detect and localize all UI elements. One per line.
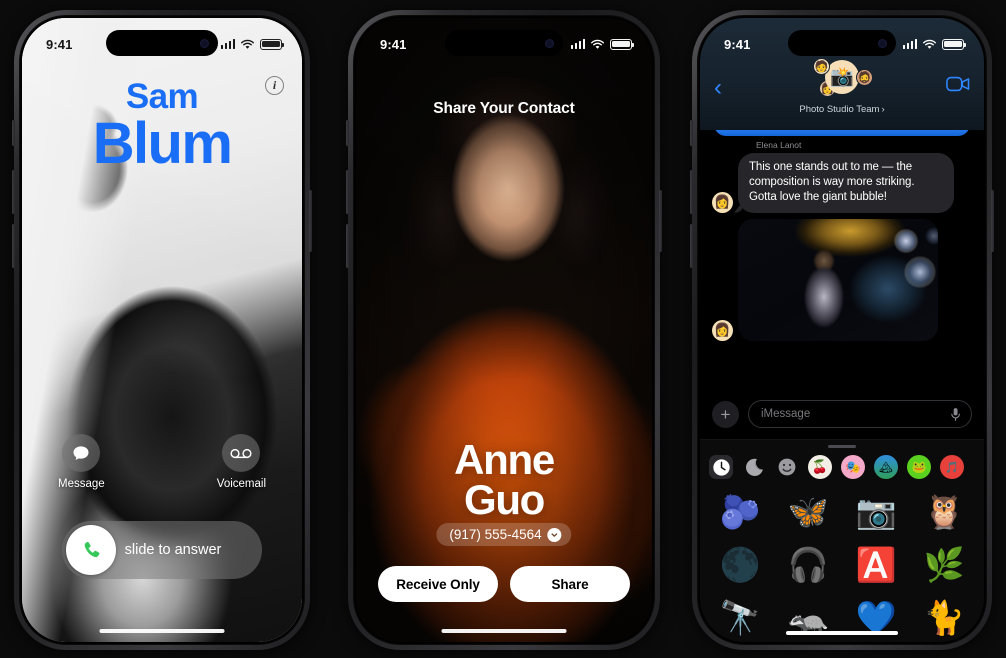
phone3-screen: ‹ 🧑 🧔 👩 📸 Photo Studio Team › Elena Lano… [700, 18, 984, 642]
contact-last-name: Guo [463, 476, 545, 524]
emoji-tab[interactable] [775, 455, 799, 479]
volume-up-button[interactable] [346, 170, 349, 214]
message-action[interactable]: Message [58, 434, 105, 490]
chevron-down-icon [547, 527, 562, 542]
sticker-item[interactable]: 🦋 [774, 487, 842, 536]
sticker-item[interactable]: 🎧 [774, 540, 842, 589]
caller-first-name: Sam [125, 77, 199, 116]
phone-device-share-contact: 9:41 Share Your Contact Anne Guo (917) 5… [346, 10, 662, 650]
front-camera-lens [200, 38, 209, 48]
sticker-item[interactable]: 🐈 [910, 593, 978, 642]
volume-up-button[interactable] [690, 170, 693, 214]
weather-app-tab[interactable]: 🏔 [874, 455, 898, 479]
sticker-item[interactable]: 🔭 [706, 593, 774, 642]
sticker-item[interactable]: 🌿 [910, 540, 978, 589]
share-contact-title: Share Your Contact [433, 100, 575, 117]
sticker-item[interactable]: 🌑 [706, 540, 774, 589]
member-avatar-2: 🧔 [856, 69, 873, 86]
caller-name: Sam Blum [22, 77, 302, 176]
group-name-row: Photo Studio Team › [799, 104, 884, 115]
app-tab-bar: 🍒 🎭 🏔 🐸 🎵 [700, 455, 984, 485]
voicemail-icon [222, 434, 261, 472]
imessage-placeholder: iMessage [761, 408, 811, 420]
microphone-icon[interactable] [950, 407, 961, 422]
call-quick-actions: Message Voicemail [22, 434, 302, 490]
stickers-tab[interactable] [742, 455, 766, 479]
drawer-grabber[interactable] [828, 445, 856, 448]
contact-phone-number: (917) 555-4564 [449, 527, 542, 542]
sticker-item[interactable]: 🦉 [910, 487, 978, 536]
receive-only-button[interactable]: Receive Only [378, 566, 498, 602]
sticker-grid: 🫐 🦋 📷 🦉 🌑 🎧 🅰️ 🌿 🔭 🦡 💙 🐈 [700, 485, 984, 642]
volume-down-button[interactable] [346, 224, 349, 268]
home-indicator[interactable] [786, 631, 898, 635]
message-bubble-icon [62, 434, 101, 472]
group-avatar-emoji: 📸 [825, 60, 859, 94]
contact-first-name: Anne [454, 436, 555, 484]
volume-up-button[interactable] [12, 170, 15, 214]
message-photo-attachment[interactable] [738, 218, 938, 341]
chevron-right-icon: › [881, 104, 885, 115]
sticker-item[interactable]: 🫐 [706, 487, 774, 536]
screenshot-canvas: 9:41 i Sam Blum Message Voicemail slide … [0, 0, 1006, 658]
group-name: Photo Studio Team [799, 104, 880, 115]
music-app-tab[interactable]: 🎵 [940, 455, 964, 479]
dynamic-island [106, 30, 218, 56]
duolingo-app-tab[interactable]: 🐸 [907, 455, 931, 479]
phone2-screen: 9:41 Share Your Contact Anne Guo (917) 5… [356, 18, 652, 642]
memoji-app-tab[interactable]: 🎭 [841, 455, 865, 479]
phone-device-messages: ‹ 🧑 🧔 👩 📸 Photo Studio Team › Elena Lano… [690, 10, 994, 650]
message-bubble[interactable]: This one stands out to me — the composit… [738, 153, 954, 213]
group-avatar: 🧑 🧔 👩 📸 [811, 58, 873, 102]
mute-switch[interactable] [346, 120, 349, 146]
sticker-item[interactable]: 🅰️ [842, 540, 910, 589]
message-action-label: Message [58, 478, 105, 490]
imessage-input[interactable]: iMessage [748, 400, 972, 428]
message-compose-bar: + iMessage [700, 389, 984, 439]
slide-to-answer-slider[interactable]: slide to answer [62, 521, 262, 579]
front-camera-lens [878, 38, 887, 48]
recents-tab[interactable] [709, 455, 733, 479]
phone-handset-icon [84, 541, 99, 557]
attachment-row: 👩 [712, 218, 972, 341]
answer-call-knob[interactable] [66, 525, 116, 575]
group-identity[interactable]: 🧑 🧔 👩 📸 Photo Studio Team › [700, 58, 984, 115]
contact-name: Anne Guo [356, 436, 652, 524]
contact-phone-pill[interactable]: (917) 555-4564 [436, 523, 572, 546]
volume-down-button[interactable] [690, 224, 693, 268]
caller-last-name: Blum [92, 110, 233, 176]
sender-avatar: 👩 [712, 319, 733, 341]
front-camera-lens [545, 38, 554, 48]
mute-switch[interactable] [12, 120, 15, 146]
message-sender-name: Elena Lanot [756, 140, 802, 150]
power-button[interactable] [659, 190, 662, 252]
voicemail-action-label: Voicemail [216, 478, 266, 490]
message-row: 👩 This one stands out to me — the compos… [712, 153, 972, 213]
mute-switch[interactable] [690, 120, 693, 146]
member-avatar-1: 🧑 [813, 58, 830, 75]
dynamic-island [445, 30, 563, 56]
volume-down-button[interactable] [12, 224, 15, 268]
power-button[interactable] [991, 190, 994, 252]
phone-device-incoming-call: 9:41 i Sam Blum Message Voicemail slide … [12, 10, 312, 650]
home-indicator[interactable] [99, 629, 225, 633]
scroll-edge-highlight [714, 130, 970, 136]
photos-app-tab: 🍒 [808, 455, 832, 479]
messages-app: ‹ 🧑 🧔 👩 📸 Photo Studio Team › Elena Lano… [700, 18, 984, 642]
sender-avatar: 👩 [712, 191, 733, 213]
message-thread[interactable]: Elena Lanot 👩 This one stands out to me … [700, 130, 984, 389]
phone1-screen: 9:41 i Sam Blum Message Voicemail slide … [22, 18, 302, 642]
share-contact-buttons: Receive Only Share [378, 566, 630, 602]
share-button[interactable]: Share [510, 566, 630, 602]
sticker-item[interactable]: 📷 [842, 487, 910, 536]
sticker-drawer: 🍒 🎭 🏔 🐸 🎵 🫐 🦋 📷 🦉 🌑 🎧 🅰️ 🌿 🔭 🦡 💙 🐈 [700, 439, 984, 642]
voicemail-action[interactable]: Voicemail [217, 434, 266, 490]
power-button[interactable] [309, 190, 312, 252]
home-indicator[interactable] [441, 629, 567, 633]
dynamic-island [788, 30, 896, 56]
add-attachment-button[interactable]: + [712, 400, 739, 428]
call-info-button[interactable]: i [265, 76, 284, 95]
